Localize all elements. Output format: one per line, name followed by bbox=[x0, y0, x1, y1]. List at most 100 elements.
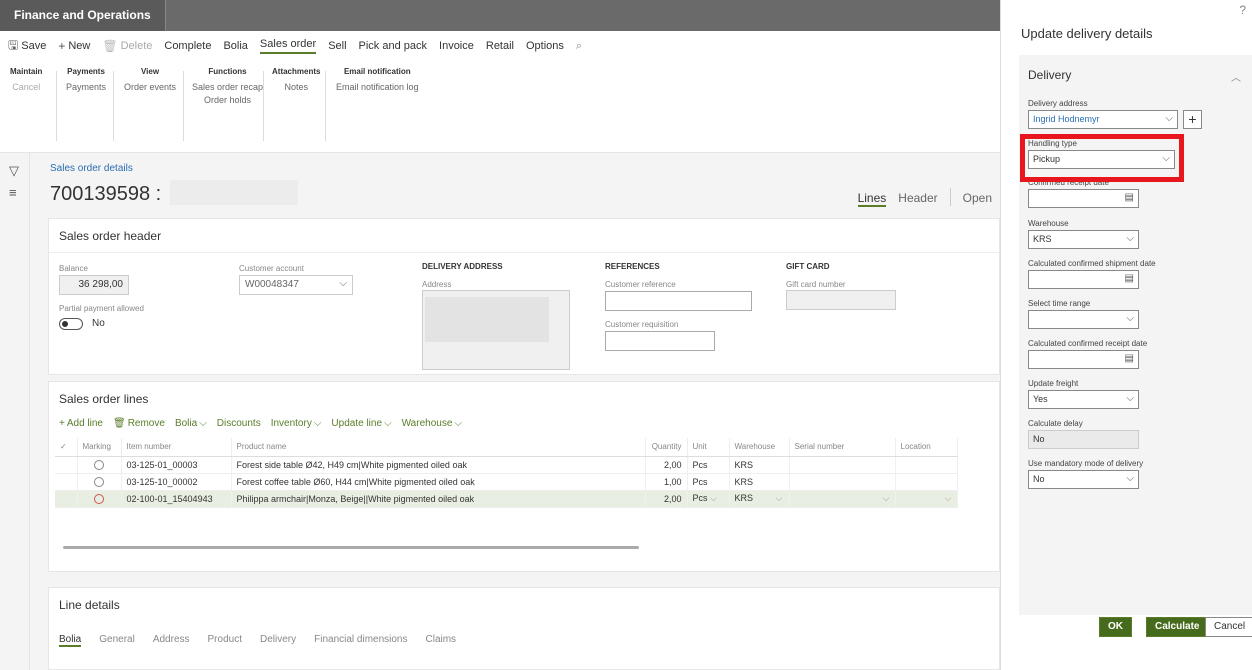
item-number-cell[interactable]: 03-125-01_00003 bbox=[121, 456, 232, 474]
col-warehouse[interactable]: Warehouse bbox=[729, 438, 790, 457]
tab-address[interactable]: Address bbox=[153, 634, 190, 647]
calendar-icon[interactable]: ▤ bbox=[1125, 273, 1134, 284]
new-button[interactable]: + New bbox=[58, 39, 90, 53]
marking-cell[interactable] bbox=[77, 490, 122, 508]
serial-number-cell[interactable] bbox=[789, 473, 896, 491]
tab-sales-order[interactable]: Sales order bbox=[259, 38, 317, 54]
tab-claims[interactable]: Claims bbox=[426, 634, 457, 647]
unit-cell[interactable]: Pcs bbox=[687, 456, 730, 474]
col-serial-number[interactable]: Serial number bbox=[789, 438, 896, 457]
warehouse-menu[interactable]: Warehouse ⌵ bbox=[402, 418, 462, 429]
marking-cell[interactable] bbox=[77, 456, 122, 474]
calculate-button[interactable]: Calculate bbox=[1146, 617, 1209, 637]
delivery-address-select[interactable]: Ingrid Hodnemyr ⌵ bbox=[1028, 110, 1178, 129]
tab-delivery[interactable]: Delivery bbox=[260, 634, 296, 647]
tab-product[interactable]: Product bbox=[208, 634, 242, 647]
tab-bolia[interactable]: Bolia bbox=[59, 634, 82, 647]
breadcrumb[interactable]: Sales order details bbox=[50, 163, 133, 174]
tab-open[interactable]: Open bbox=[963, 191, 992, 207]
product-name-cell[interactable]: Forest side table Ø42, H49 cm|White pigm… bbox=[231, 456, 646, 474]
tab-financial-dimensions[interactable]: Financial dimensions bbox=[314, 634, 407, 647]
inventory-menu[interactable]: Inventory ⌵ bbox=[271, 418, 322, 429]
location-cell[interactable] bbox=[895, 456, 958, 474]
mandatory-mode-select[interactable]: No ⌵ bbox=[1028, 470, 1139, 489]
row-checkbox[interactable] bbox=[55, 473, 78, 491]
discounts-button[interactable]: Discounts bbox=[217, 418, 261, 429]
row-checkbox[interactable] bbox=[55, 456, 78, 474]
marking-cell[interactable] bbox=[77, 473, 122, 491]
tab-sell[interactable]: Sell bbox=[328, 40, 346, 52]
ribbon-item-email-log[interactable]: Email notification log bbox=[336, 81, 419, 94]
card-title[interactable]: Line details bbox=[59, 598, 120, 612]
app-title[interactable]: Finance and Operations bbox=[0, 0, 166, 31]
table-row[interactable]: 03-125-01_00003 Forest side table Ø42, H… bbox=[55, 456, 958, 474]
col-location[interactable]: Location bbox=[895, 438, 958, 457]
ribbon-item-sales-order-recap[interactable]: Sales order recap bbox=[192, 81, 263, 94]
quantity-cell[interactable]: 1,00 bbox=[645, 473, 688, 491]
tab-lines[interactable]: Lines bbox=[857, 191, 887, 207]
search-icon[interactable]: ⌕ bbox=[576, 40, 582, 53]
horizontal-scrollbar[interactable] bbox=[63, 546, 639, 549]
ribbon-item-payments[interactable]: Payments bbox=[66, 81, 106, 94]
save-button[interactable]: 🖫 Save bbox=[8, 36, 46, 57]
table-row[interactable]: 03-125-10_00002 Forest coffee table Ø60,… bbox=[55, 473, 958, 491]
partial-payment-toggle[interactable] bbox=[59, 318, 83, 330]
bolia-menu[interactable]: Bolia ⌵ bbox=[175, 418, 207, 429]
update-line-menu[interactable]: Update line ⌵ bbox=[331, 418, 391, 429]
complete-button[interactable]: Complete bbox=[164, 40, 211, 52]
tab-options[interactable]: Options bbox=[526, 40, 564, 52]
remove-button[interactable]: 🗑 Remove bbox=[113, 418, 165, 429]
warehouse-select[interactable]: KRS ⌵ bbox=[1028, 230, 1139, 249]
tab-pick-and-pack[interactable]: Pick and pack bbox=[359, 40, 427, 52]
customer-reference-input[interactable] bbox=[605, 291, 752, 311]
menu-icon[interactable]: ≡ bbox=[9, 185, 17, 200]
card-title[interactable]: Sales order lines bbox=[59, 392, 148, 406]
col-quantity[interactable]: Quantity bbox=[645, 438, 688, 457]
warehouse-cell[interactable]: KRS bbox=[729, 473, 790, 491]
add-address-button[interactable]: + bbox=[1183, 110, 1202, 129]
col-unit[interactable]: Unit bbox=[687, 438, 730, 457]
ribbon-item-order-holds[interactable]: Order holds bbox=[192, 94, 263, 107]
product-name-cell[interactable]: Philippa armchair|Monza, Beige||White pi… bbox=[231, 490, 646, 508]
customer-requisition-input[interactable] bbox=[605, 331, 715, 351]
col-product-name[interactable]: Product name bbox=[231, 438, 646, 457]
customer-account-field[interactable]: W00048347 ⌵ bbox=[239, 275, 353, 295]
delete-button[interactable]: 🗑 Delete bbox=[102, 39, 152, 53]
table-row[interactable]: 02-100-01_15404943 Philippa armchair|Mon… bbox=[55, 490, 958, 508]
item-number-cell[interactable]: 02-100-01_15404943 bbox=[121, 490, 232, 508]
quantity-cell[interactable]: 2,00 bbox=[645, 456, 688, 474]
unit-cell[interactable]: Pcs ⌵ bbox=[687, 490, 730, 508]
item-number-cell[interactable]: 03-125-10_00002 bbox=[121, 473, 232, 491]
ribbon-item-notes[interactable]: Notes bbox=[272, 81, 320, 94]
tab-header[interactable]: Header bbox=[898, 191, 937, 207]
cancel-button[interactable]: Cancel bbox=[1205, 617, 1252, 637]
update-freight-select[interactable]: Yes ⌵ bbox=[1028, 390, 1139, 409]
filter-icon[interactable]: ▽ bbox=[9, 163, 19, 179]
location-cell[interactable]: ⌵ bbox=[895, 490, 958, 508]
warehouse-cell[interactable]: KRS bbox=[729, 456, 790, 474]
card-title[interactable]: Sales order header bbox=[59, 229, 161, 243]
serial-number-cell[interactable]: ⌵ bbox=[789, 490, 896, 508]
help-icon[interactable]: ? bbox=[1239, 3, 1246, 17]
tab-invoice[interactable]: Invoice bbox=[439, 40, 474, 52]
calc-shipment-date-input[interactable]: ▤ bbox=[1028, 270, 1139, 289]
add-line-button[interactable]: + Add line bbox=[59, 418, 103, 429]
tab-retail[interactable]: Retail bbox=[486, 40, 514, 52]
col-marking[interactable]: Marking bbox=[77, 438, 122, 457]
chevron-up-icon[interactable]: ︿ bbox=[1231, 69, 1241, 84]
confirmed-receipt-date-input[interactable]: ▤ bbox=[1028, 189, 1139, 208]
quantity-cell[interactable]: 2,00 bbox=[645, 490, 688, 508]
row-checkbox[interactable] bbox=[55, 490, 78, 508]
ribbon-item-order-events[interactable]: Order events bbox=[124, 81, 176, 94]
section-title[interactable]: Delivery bbox=[1028, 68, 1071, 82]
calc-receipt-date-input[interactable]: ▤ bbox=[1028, 350, 1139, 369]
ok-button[interactable]: OK bbox=[1099, 617, 1132, 637]
warehouse-cell[interactable]: KRS ⌵ bbox=[729, 490, 790, 508]
tab-general[interactable]: General bbox=[99, 634, 135, 647]
calendar-icon[interactable]: ▤ bbox=[1125, 353, 1134, 364]
tab-bolia[interactable]: Bolia bbox=[223, 40, 247, 52]
product-name-cell[interactable]: Forest coffee table Ø60, H44 cm|White pi… bbox=[231, 473, 646, 491]
col-item-number[interactable]: Item number bbox=[121, 438, 232, 457]
select-all-checkbox[interactable]: ✓ bbox=[55, 438, 78, 457]
unit-cell[interactable]: Pcs bbox=[687, 473, 730, 491]
